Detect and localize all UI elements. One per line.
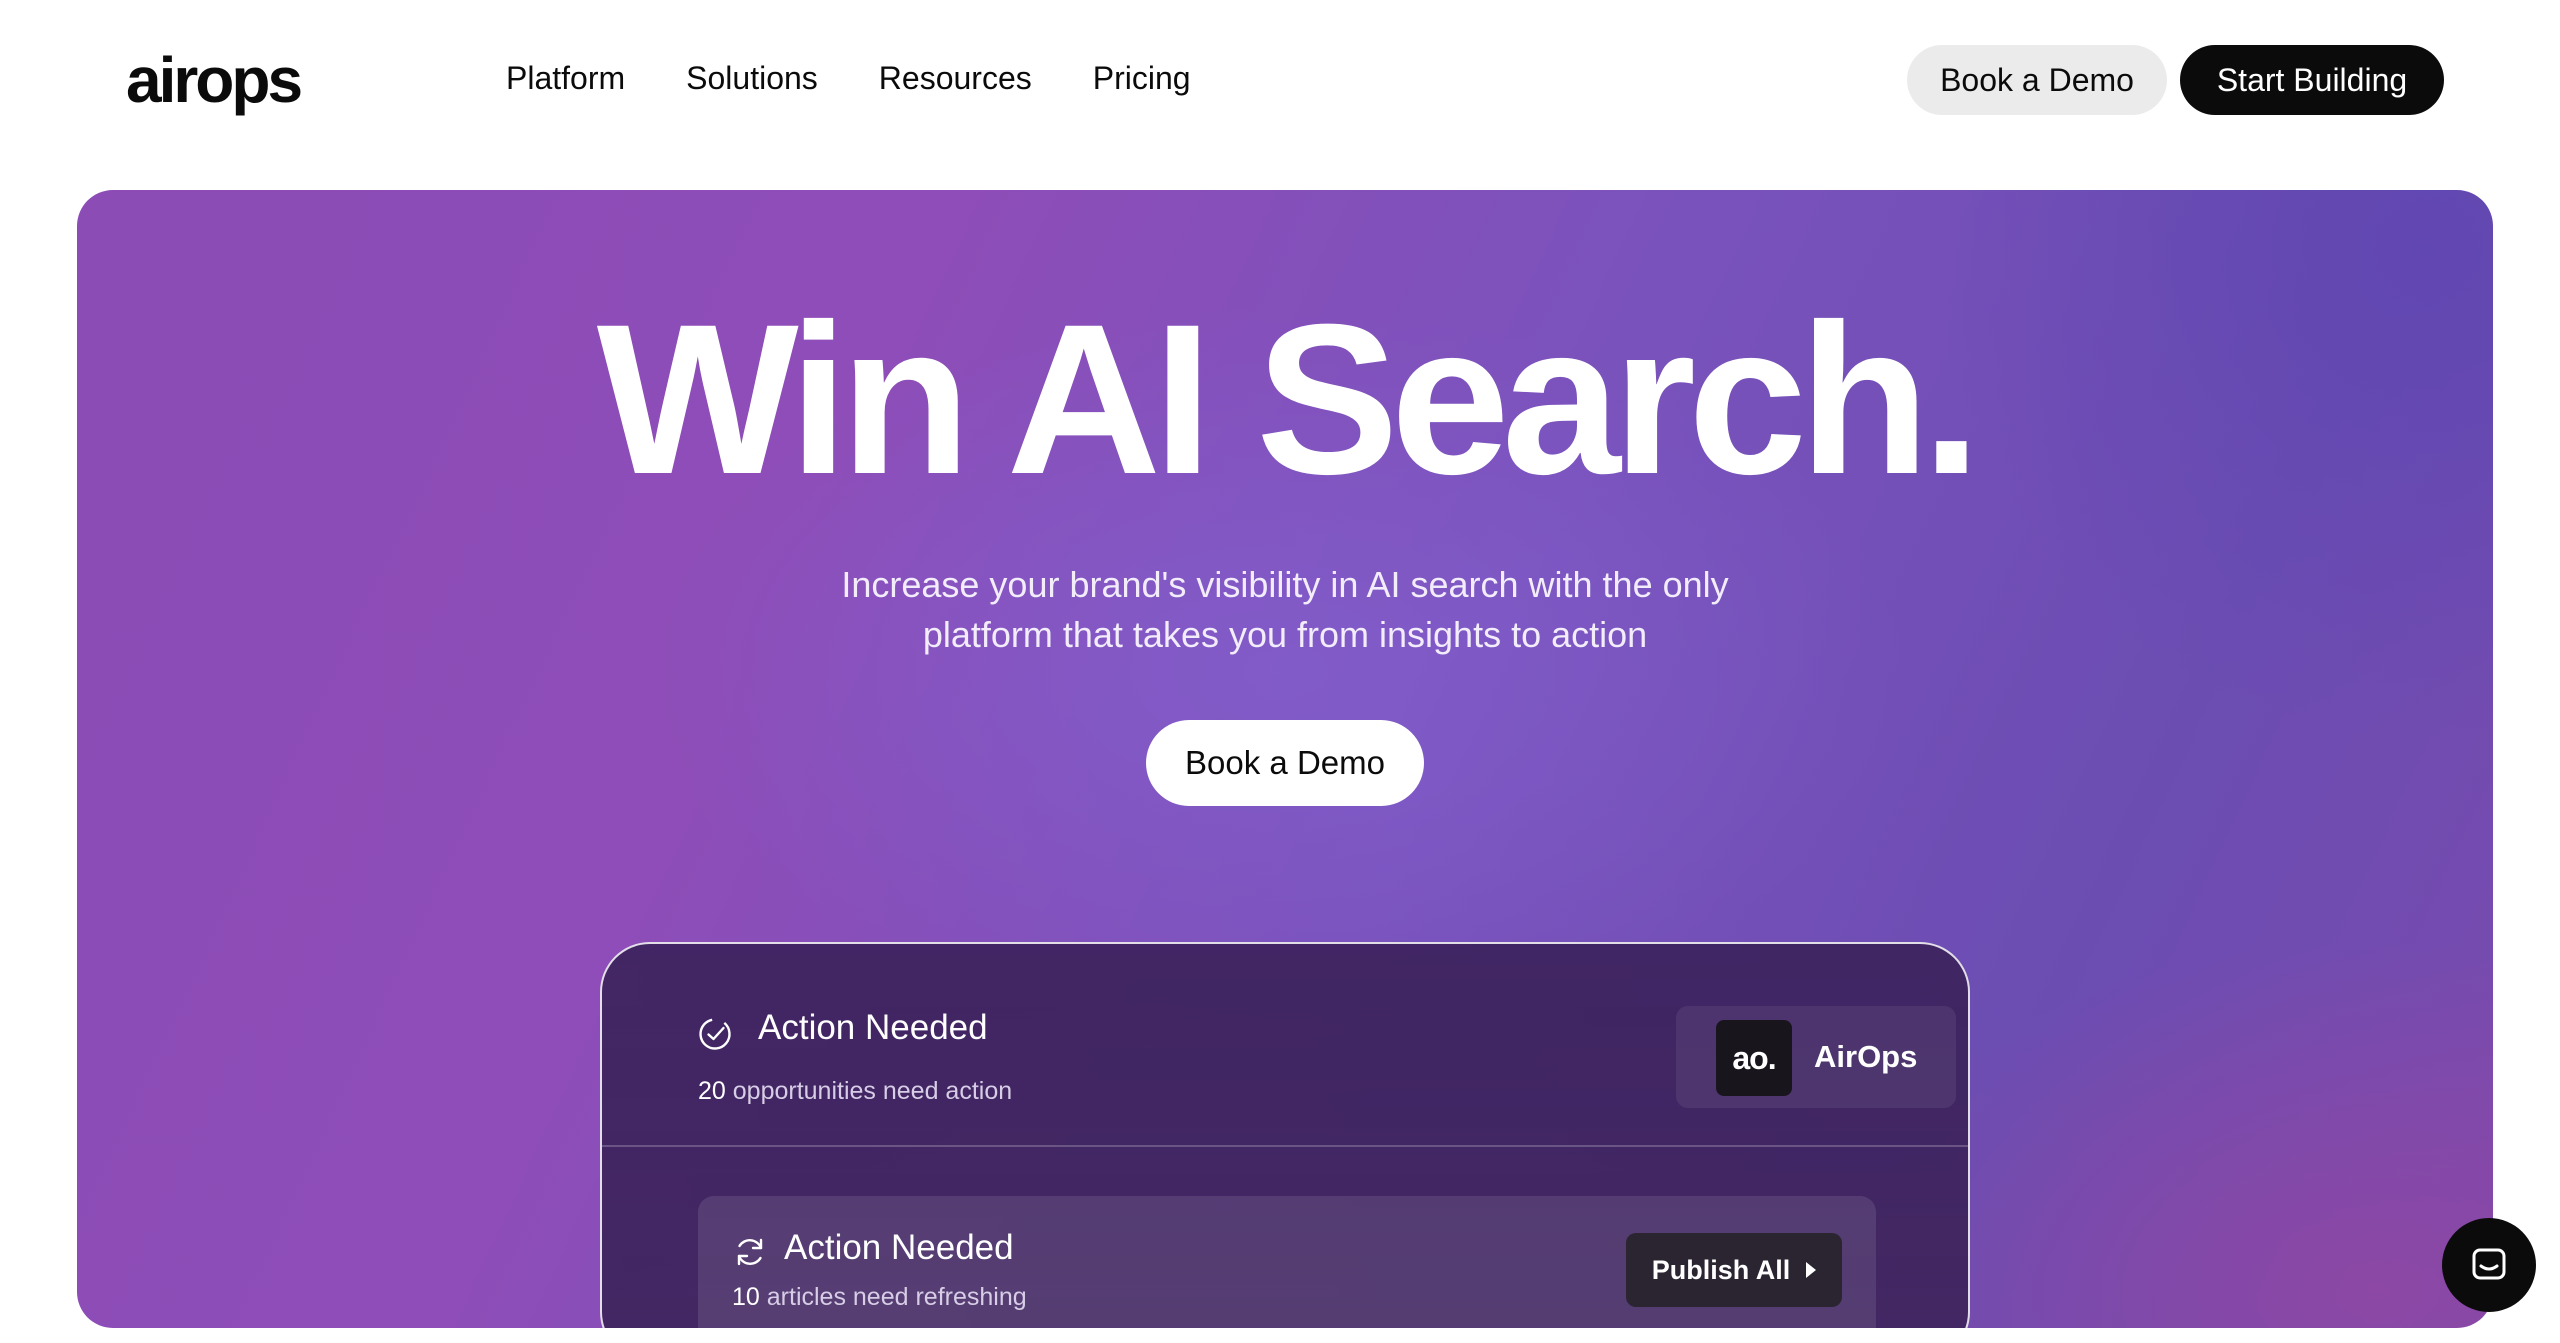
brand-name: AirOps <box>1814 1039 1918 1074</box>
caret-right-icon <box>1806 1262 1817 1278</box>
nav-link-pricing[interactable]: Pricing <box>1093 56 1191 100</box>
card-meta: 10 articles need refreshing <box>732 1280 1027 1314</box>
panel-header: Action Needed 20 opportunities need acti… <box>602 944 1968 1147</box>
hero-subtitle: Increase your brand's visibility in AI s… <box>685 560 1885 660</box>
nav-link-solutions[interactable]: Solutions <box>686 56 818 100</box>
airops-logo[interactable]: airops <box>126 40 303 120</box>
action-panel: Action Needed 20 opportunities need acti… <box>600 942 1970 1328</box>
publish-all-label: Publish All <box>1651 1254 1791 1285</box>
panel-header-title: Action Needed <box>758 1008 988 1047</box>
chat-icon <box>2472 1248 2506 1280</box>
opportunities-count: 20 <box>698 1077 726 1105</box>
nav-link-platform[interactable]: Platform <box>506 56 625 100</box>
check-circle-icon <box>699 1018 731 1050</box>
articles-text: articles need refreshing <box>766 1283 1027 1311</box>
action-card: Action Needed 10 articles need refreshin… <box>698 1196 1876 1328</box>
hero-book-demo-button[interactable]: Book a Demo <box>1146 720 1424 806</box>
airops-brand-logo: ao. <box>1716 1020 1792 1096</box>
refresh-icon <box>737 1238 763 1266</box>
top-navigation: airops Platform Solutions Resources Pric… <box>0 0 2560 160</box>
card-title: Action Needed <box>784 1228 1014 1267</box>
hero-title: Win AI Search. <box>596 280 1982 519</box>
hero-subtitle-line-2: platform that takes you from insights to… <box>922 614 1648 655</box>
panel-header-meta: 20 opportunities need action <box>698 1074 1012 1108</box>
opportunities-text: opportunities need action <box>732 1077 1013 1105</box>
nav-links: Platform Solutions Resources Pricing <box>506 56 1252 100</box>
book-demo-button[interactable]: Book a Demo <box>1907 45 2167 115</box>
hero-subtitle-line-1: Increase your brand's visibility in AI s… <box>841 564 1729 605</box>
hero-section: Win AI Search. Increase your brand's vis… <box>77 190 2493 1328</box>
nav-link-resources[interactable]: Resources <box>879 56 1032 100</box>
start-building-button[interactable]: Start Building <box>2180 45 2444 115</box>
chat-launcher-button[interactable] <box>2442 1218 2536 1312</box>
brand-chip: ao. AirOps <box>1676 1006 1956 1108</box>
publish-all-button[interactable]: Publish All <box>1626 1233 1842 1307</box>
articles-count: 10 <box>732 1283 760 1311</box>
